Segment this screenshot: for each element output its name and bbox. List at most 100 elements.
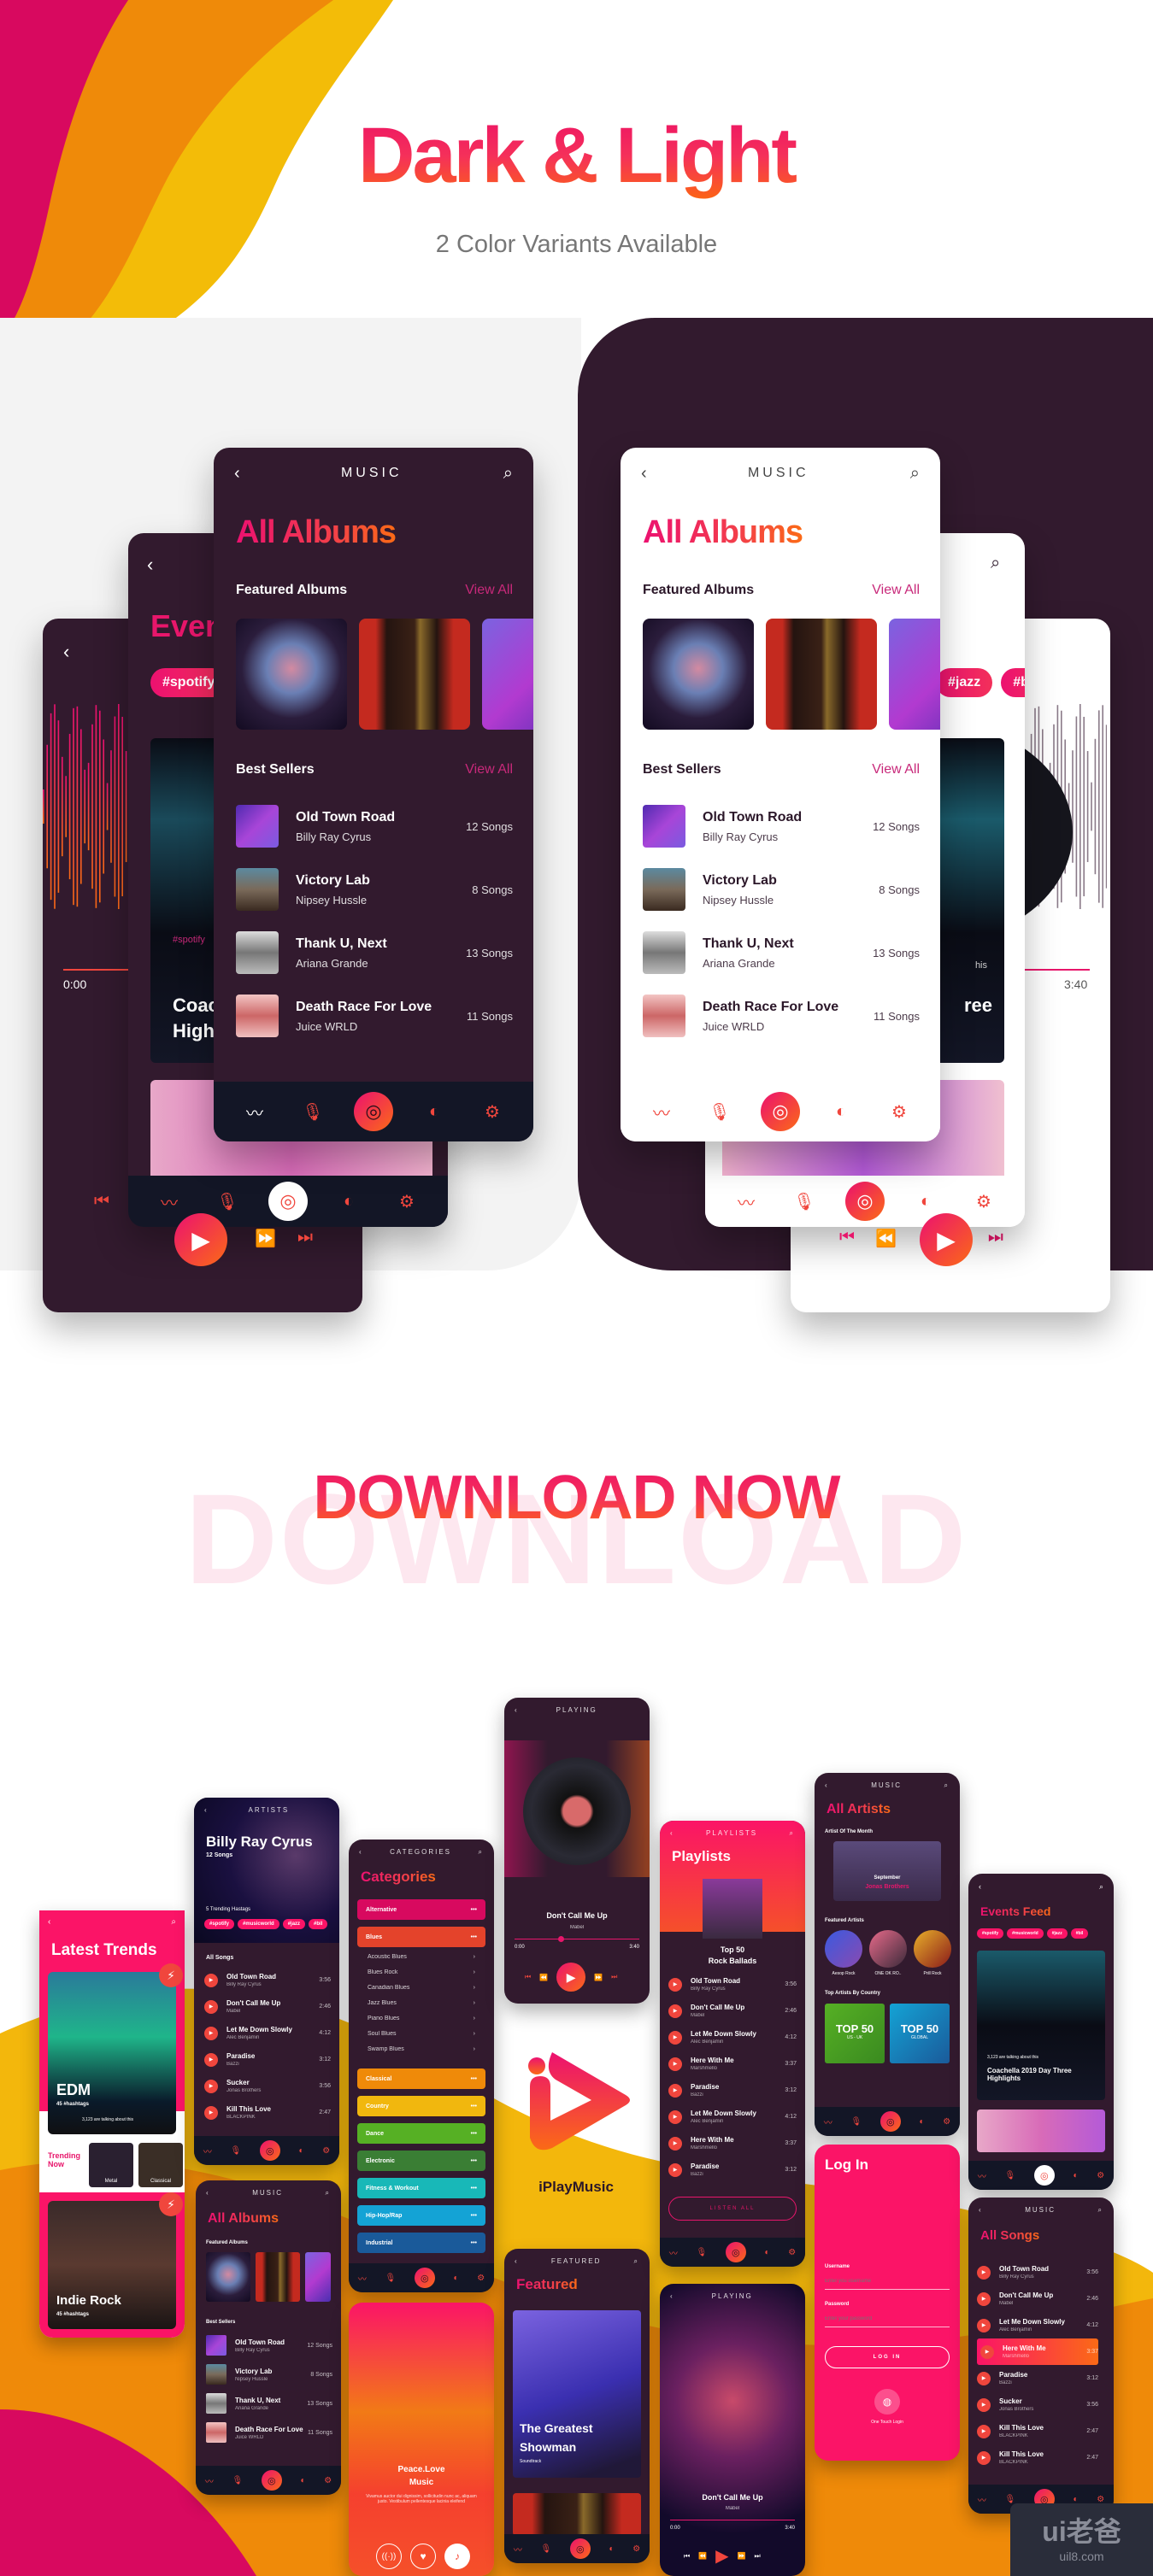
- contrast-icon[interactable]: ◐: [909, 1192, 943, 1212]
- play-icon[interactable]: ▶: [668, 2162, 682, 2177]
- subcategory-item[interactable]: Acoustic Blues ›: [357, 1954, 485, 1969]
- rewind-icon[interactable]: ⏪: [875, 1228, 897, 1249]
- podcast-icon[interactable]: ◎: [268, 1182, 308, 1221]
- trend-card-indie[interactable]: ⚡ Indie Rock 45 #hashtags: [48, 2192, 183, 2329]
- category-item[interactable]: Classical •••: [357, 2068, 485, 2089]
- podcast-icon[interactable]: ◎: [879, 2111, 901, 2132]
- view-all-best-link[interactable]: View All: [872, 762, 920, 777]
- play-icon[interactable]: ▶: [668, 2030, 682, 2045]
- more-icon[interactable]: •••: [471, 2104, 477, 2110]
- heart-icon[interactable]: ♥: [410, 2544, 436, 2569]
- album-row[interactable]: Victory Lab Nipsey Hussle 8 Songs: [236, 858, 513, 921]
- contrast-icon[interactable]: ◐: [765, 2248, 770, 2257]
- gear-icon[interactable]: ⚙: [943, 2117, 950, 2127]
- song-row[interactable]: ▶ Old Town Road Billy Ray Cyrus 3:56: [668, 1971, 797, 1998]
- subcategory-item[interactable]: Swamp Blues ›: [357, 2046, 485, 2062]
- broadcast-icon[interactable]: ((·)): [376, 2544, 402, 2569]
- category-item[interactable]: Hip-Hop/Rap •••: [357, 2205, 485, 2226]
- view-all-best-link[interactable]: View All: [465, 762, 513, 777]
- song-row[interactable]: ▶ Paradise Bazzi 3:12: [668, 2156, 797, 2183]
- album-row[interactable]: Thank U, Next Ariana Grande 13 Songs: [236, 921, 513, 984]
- search-icon[interactable]: ⌕: [634, 2257, 639, 2266]
- music-note-icon[interactable]: ♪: [444, 2544, 470, 2569]
- top50-us-uk-card[interactable]: TOP 50 US - UK: [825, 2004, 885, 2063]
- fast-forward-icon[interactable]: ⏩: [594, 1974, 603, 1981]
- play-icon[interactable]: ▶: [204, 1973, 218, 1987]
- play-icon[interactable]: ▶: [977, 2424, 991, 2438]
- gear-icon[interactable]: ⚙: [475, 1101, 509, 1123]
- gear-icon[interactable]: ⚙: [788, 2248, 796, 2257]
- album-row[interactable]: Death Race For Love Juice WRLD 11 Songs: [206, 2418, 332, 2447]
- play-icon[interactable]: ▶: [668, 2057, 682, 2071]
- search-icon[interactable]: ⌕: [503, 464, 513, 484]
- play-icon[interactable]: ▶: [977, 2450, 991, 2465]
- back-icon[interactable]: ‹: [515, 1706, 519, 1714]
- contrast-icon[interactable]: ◐: [1074, 2495, 1079, 2504]
- more-icon[interactable]: •••: [471, 2213, 477, 2219]
- view-all-featured-link[interactable]: View All: [465, 583, 513, 598]
- song-row[interactable]: ▶ Kill This Love BLACKPINK 2:47: [977, 2444, 1098, 2471]
- back-icon[interactable]: ‹: [63, 641, 69, 663]
- contrast-icon[interactable]: ◐: [1074, 2171, 1079, 2180]
- album-cover[interactable]: [482, 619, 533, 730]
- search-icon[interactable]: ⌕: [944, 1781, 950, 1790]
- contrast-icon[interactable]: ◐: [301, 2476, 306, 2485]
- back-icon[interactable]: ‹: [670, 1829, 674, 1838]
- album-row[interactable]: Thank U, Next Ariana Grande 13 Songs: [643, 921, 920, 984]
- pulse-icon[interactable]: 〰: [514, 2543, 522, 2555]
- category-item[interactable]: Blues •••: [357, 1927, 485, 1947]
- microphone-icon[interactable]: 🎙: [385, 2274, 396, 2283]
- song-row[interactable]: ▶ Old Town Road Billy Ray Cyrus 3:56: [977, 2259, 1098, 2286]
- song-row[interactable]: ▶ Sucker Jonas Brothers 3:56: [204, 2073, 331, 2099]
- hashtag-pill[interactable]: #musicworld: [238, 1919, 279, 1929]
- album-row[interactable]: Old Town Road Billy Ray Cyrus 12 Songs: [643, 795, 920, 858]
- pulse-icon[interactable]: 〰: [152, 1189, 186, 1214]
- play-icon[interactable]: ▶: [668, 2004, 682, 2018]
- subcategory-item[interactable]: Blues Rock ›: [357, 1969, 485, 1985]
- skip-forward-icon[interactable]: ⏭: [755, 2552, 761, 2561]
- category-item[interactable]: Country •••: [357, 2096, 485, 2116]
- album-cover[interactable]: [359, 619, 470, 730]
- gear-icon[interactable]: ⚙: [632, 2544, 640, 2554]
- song-row[interactable]: ▶ Here With Me Marshmello 3:37: [977, 2338, 1098, 2365]
- login-button[interactable]: LOG IN: [825, 2346, 950, 2368]
- play-icon[interactable]: ▶: [668, 2110, 682, 2124]
- play-button[interactable]: ▶: [174, 1213, 227, 1266]
- pulse-icon[interactable]: 〰: [644, 1100, 679, 1124]
- progress-knob[interactable]: [558, 1936, 565, 1942]
- podcast-icon[interactable]: ◎: [414, 2268, 435, 2288]
- fast-forward-icon[interactable]: ⏩: [738, 2552, 746, 2560]
- fingerprint-icon[interactable]: ◍: [874, 2389, 900, 2415]
- album-row[interactable]: Death Race For Love Juice WRLD 11 Songs: [643, 984, 920, 1047]
- play-icon[interactable]: ▶: [977, 2265, 991, 2280]
- artist-month-card[interactable]: September Jonas Brothers: [833, 1841, 941, 1901]
- search-icon[interactable]: ⌕: [1098, 2206, 1103, 2215]
- skip-forward-icon[interactable]: ⏭: [611, 1973, 617, 1981]
- contrast-icon[interactable]: ◐: [824, 1102, 858, 1122]
- play-button[interactable]: ▶: [715, 2545, 728, 2567]
- contrast-icon[interactable]: ◐: [417, 1102, 451, 1122]
- hashtag-pill[interactable]: #musicworld: [1007, 1928, 1044, 1939]
- back-icon[interactable]: ‹: [206, 2189, 210, 2198]
- album-row[interactable]: Victory Lab Nipsey Hussle 8 Songs: [643, 858, 920, 921]
- play-icon[interactable]: ▶: [204, 1999, 218, 2014]
- microphone-icon[interactable]: 🎙: [230, 2146, 241, 2156]
- trend-mini-card[interactable]: Classical: [138, 2143, 183, 2187]
- hashtag-pill[interactable]: #bil: [1070, 1928, 1089, 1939]
- trend-card-edm[interactable]: ⚡ EDM 45 #hashtags 3,123 are talking abo…: [48, 1963, 183, 2134]
- song-row[interactable]: ▶ Kill This Love BLACKPINK 2:47: [204, 2099, 331, 2126]
- playlist-cover[interactable]: [703, 1879, 762, 1939]
- category-item[interactable]: Fitness & Workout •••: [357, 2178, 485, 2198]
- play-button[interactable]: ▶: [920, 1213, 973, 1266]
- search-icon[interactable]: ⌕: [910, 464, 920, 484]
- search-icon[interactable]: ⌕: [991, 554, 1000, 573]
- contrast-icon[interactable]: ◐: [454, 2274, 459, 2283]
- pulse-icon[interactable]: 〰: [978, 2169, 986, 2182]
- microphone-icon[interactable]: 🎙: [540, 2544, 551, 2554]
- skip-forward-icon[interactable]: ⏭: [988, 1228, 1003, 1247]
- gear-icon[interactable]: ⚙: [1097, 2495, 1104, 2504]
- username-input[interactable]: [825, 2273, 950, 2290]
- play-icon[interactable]: ▶: [668, 2136, 682, 2151]
- search-icon[interactable]: ⌕: [1099, 1882, 1103, 1892]
- song-row[interactable]: ▶ Old Town Road Billy Ray Cyrus 3:56: [204, 1967, 331, 1993]
